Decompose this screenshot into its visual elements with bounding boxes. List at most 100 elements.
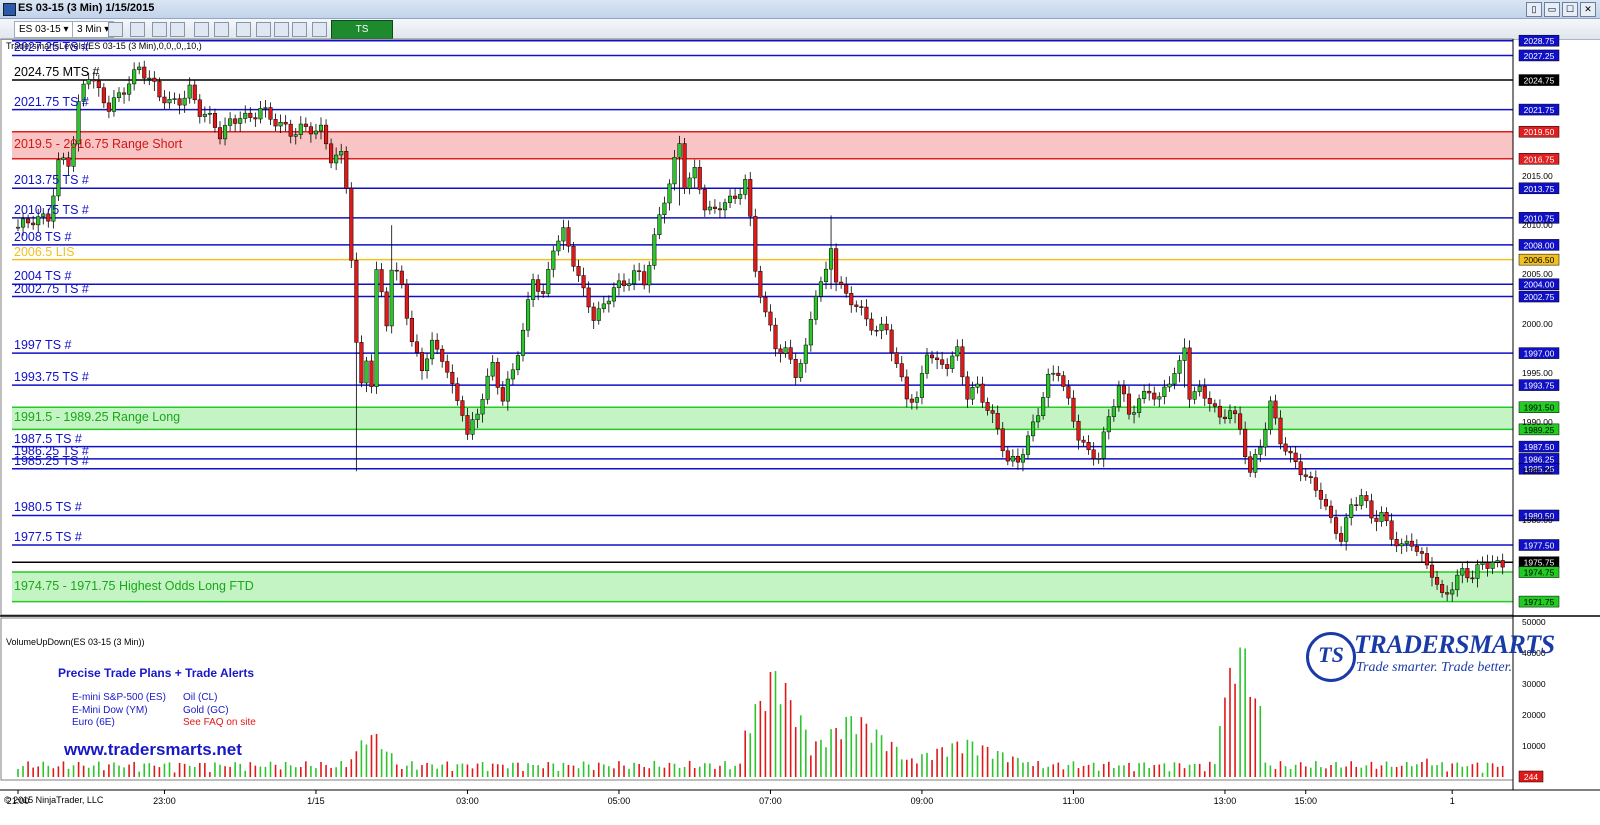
candle-body (1081, 439, 1086, 443)
level-label: 2006.5 LIS (14, 244, 75, 259)
candle-body (1455, 574, 1460, 591)
candle-body (647, 265, 652, 286)
candle-body (702, 189, 707, 211)
candle-body (21, 218, 26, 228)
candle-body (1288, 450, 1293, 454)
candle-body (1172, 373, 1177, 385)
candle-body (394, 269, 399, 272)
candle-body (874, 329, 879, 332)
candle-body (1485, 562, 1490, 569)
candle-body (96, 80, 101, 89)
candle-body (1061, 375, 1066, 387)
candle-body (601, 303, 606, 309)
candle-body (1480, 562, 1485, 565)
candle-body (1384, 512, 1389, 522)
level-label: 2010.75 TS # (14, 202, 89, 217)
candle-body (1435, 577, 1440, 585)
candle-body (561, 227, 566, 242)
price-tag-label: 1987.50 (1524, 442, 1555, 452)
candle-body (616, 280, 622, 288)
candle-body (753, 216, 758, 272)
candle-body (1253, 454, 1258, 473)
volume-axis-tick: 10000 (1522, 741, 1546, 751)
candle-body (672, 157, 677, 185)
price-axis-tick: 2005.00 (1522, 269, 1553, 279)
candle-body (606, 300, 611, 305)
candle-body (1440, 584, 1445, 593)
candle-body (1137, 398, 1142, 413)
candle-body (409, 318, 414, 342)
candle-body (197, 99, 202, 117)
candle-body (1248, 456, 1253, 473)
candle-body (697, 167, 702, 190)
copyright-notice: © 2015 NinjaTrader, LLC (4, 795, 104, 805)
candle-body (1344, 517, 1349, 542)
candle-body (985, 402, 990, 411)
candle-body (485, 375, 490, 400)
candle-body (258, 108, 263, 120)
candle-body (339, 151, 344, 156)
price-tag-label: 2027.25 (1524, 51, 1555, 61)
candle-body (1318, 490, 1323, 500)
candle-body (935, 357, 940, 360)
candle-body (581, 275, 586, 289)
candle-body (1202, 385, 1207, 399)
candle-body (566, 227, 571, 247)
product-item: Euro (6E) (72, 717, 115, 728)
candle-body (778, 348, 783, 354)
candle-body (364, 360, 369, 384)
candle-body (652, 234, 657, 266)
candle-body (586, 287, 591, 308)
candle-body (111, 97, 117, 112)
candle-body (142, 66, 147, 79)
candle-body (329, 143, 334, 164)
candle-body (1086, 441, 1091, 451)
candle-body (788, 347, 793, 360)
candle-body (157, 81, 162, 98)
candle-body (162, 96, 167, 104)
candle-body (576, 266, 581, 276)
candle-body (571, 245, 576, 267)
volume-axis-tick: 50000 (1522, 617, 1546, 627)
candle-body (1071, 397, 1076, 422)
candle-body (1490, 561, 1495, 569)
candle-body (849, 293, 854, 306)
candle-body (288, 123, 293, 137)
faq-link[interactable]: See FAQ on site (183, 717, 256, 730)
candle-body (1020, 454, 1026, 463)
candle-body (1182, 347, 1187, 361)
level-label: 2002.75 TS # (14, 281, 89, 296)
candle-body (1036, 415, 1041, 423)
candle-body (334, 154, 339, 164)
logo-mark: TS (1318, 642, 1344, 667)
candle-body (318, 124, 324, 132)
candle-body (541, 291, 546, 294)
advert-url[interactable]: www.tradersmarts.net (64, 740, 242, 760)
candle-body (1132, 412, 1137, 415)
candle-body (298, 123, 303, 135)
candle-body (904, 376, 909, 400)
price-tag-label: 1997.00 (1524, 349, 1555, 359)
candle-body (970, 387, 975, 400)
candle-body (344, 151, 349, 189)
candle-body (889, 329, 894, 353)
candle-body (1051, 372, 1056, 375)
candle-body (238, 118, 243, 124)
candle-body (1475, 564, 1480, 579)
candle-body (1217, 405, 1222, 418)
candle-body (1101, 431, 1106, 459)
level-label: 2027.25 TS # (14, 40, 89, 55)
candle-body (515, 355, 521, 371)
candle-body (313, 130, 318, 135)
candle-body (480, 399, 485, 415)
candle-body (677, 143, 682, 158)
candle-body (1162, 386, 1167, 397)
candle-body (1414, 546, 1419, 552)
candle-body (106, 102, 111, 112)
price-tag-label: 2006.50 (1524, 255, 1555, 265)
candle-body (1354, 504, 1359, 506)
advert-headline: Precise Trade Plans + Trade Alerts (58, 666, 254, 680)
candle-body (914, 397, 919, 403)
candle-body (1212, 403, 1217, 407)
candle-body (207, 113, 212, 115)
